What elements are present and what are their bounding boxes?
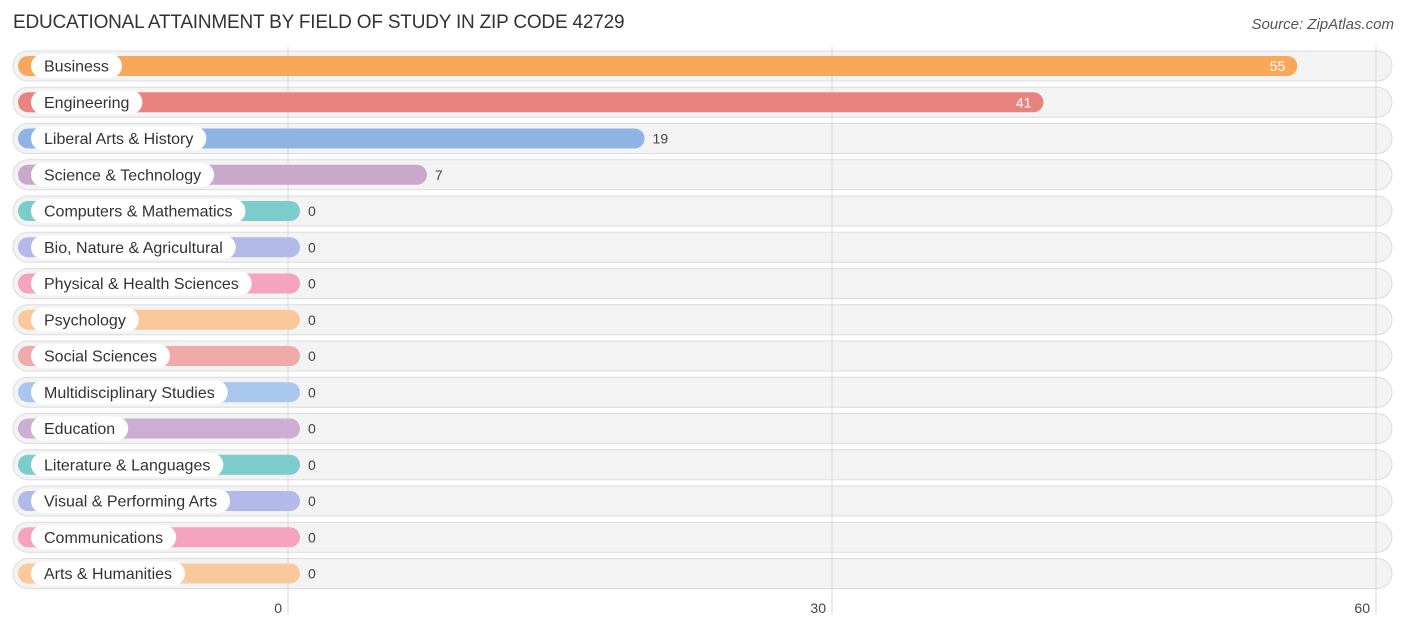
- category-label: Bio, Nature & Agricultural: [44, 240, 223, 257]
- category-label: Literature & Languages: [44, 457, 210, 474]
- value-label: 0: [308, 566, 316, 582]
- bar[interactable]: [18, 92, 1044, 113]
- bar-chart: 0 30 60 Business 55 Engineering 41 Liberal Arts…: [12, 46, 1393, 616]
- bar-row: Education 0: [18, 416, 316, 441]
- bar-row: Psychology 0: [18, 307, 316, 332]
- value-label: 0: [308, 421, 316, 437]
- x-tick-label: 30: [810, 600, 826, 616]
- bar-row: Business 55: [18, 54, 1298, 78]
- value-label: 19: [653, 131, 669, 147]
- bar-row: Science & Technology 7: [18, 162, 443, 187]
- bar-row: Arts & Humanities 0: [18, 561, 316, 586]
- category-label: Science & Technology: [44, 167, 201, 184]
- value-label: 0: [308, 384, 316, 400]
- x-tick-label: 0: [274, 600, 282, 616]
- value-label: 0: [308, 348, 316, 364]
- value-label: 7: [435, 167, 443, 183]
- bar-row: Engineering 41: [18, 90, 1044, 115]
- value-label: 0: [308, 312, 316, 328]
- category-label: Computers & Mathematics: [44, 204, 233, 221]
- bar-row: Social Sciences 0: [18, 344, 316, 368]
- bar-row: Literature & Languages 0: [18, 452, 316, 477]
- category-label: Education: [44, 421, 115, 438]
- bar[interactable]: [18, 56, 1298, 76]
- value-label: 55: [1270, 58, 1286, 74]
- value-label: 41: [1016, 94, 1032, 110]
- bar-row: Liberal Arts & History 19: [18, 126, 669, 151]
- value-label: 0: [308, 239, 316, 255]
- category-label: Visual & Performing Arts: [44, 494, 217, 511]
- category-label: Business: [44, 59, 109, 76]
- category-label: Physical & Health Sciences: [44, 276, 239, 293]
- category-label: Communications: [44, 530, 163, 547]
- value-label: 0: [308, 203, 316, 219]
- x-tick-label: 60: [1354, 600, 1370, 616]
- category-label: Psychology: [44, 312, 126, 329]
- bar-row: Computers & Mathematics 0: [18, 199, 316, 223]
- category-label: Social Sciences: [44, 349, 157, 366]
- value-label: 0: [308, 529, 316, 545]
- bar-row: Bio, Nature & Agricultural 0: [18, 235, 316, 260]
- category-label: Engineering: [44, 95, 129, 112]
- category-label: Arts & Humanities: [44, 566, 172, 583]
- value-label: 0: [308, 276, 316, 292]
- bar-row: Multidisciplinary Studies 0: [18, 380, 316, 405]
- category-label: Multidisciplinary Studies: [44, 385, 215, 402]
- value-label: 0: [308, 493, 316, 509]
- bar-row: Physical & Health Sciences 0: [18, 271, 316, 296]
- bar-row: Communications 0: [18, 525, 316, 550]
- category-label: Liberal Arts & History: [44, 131, 193, 148]
- bar-row: Visual & Performing Arts 0: [18, 489, 316, 513]
- value-label: 0: [308, 457, 316, 473]
